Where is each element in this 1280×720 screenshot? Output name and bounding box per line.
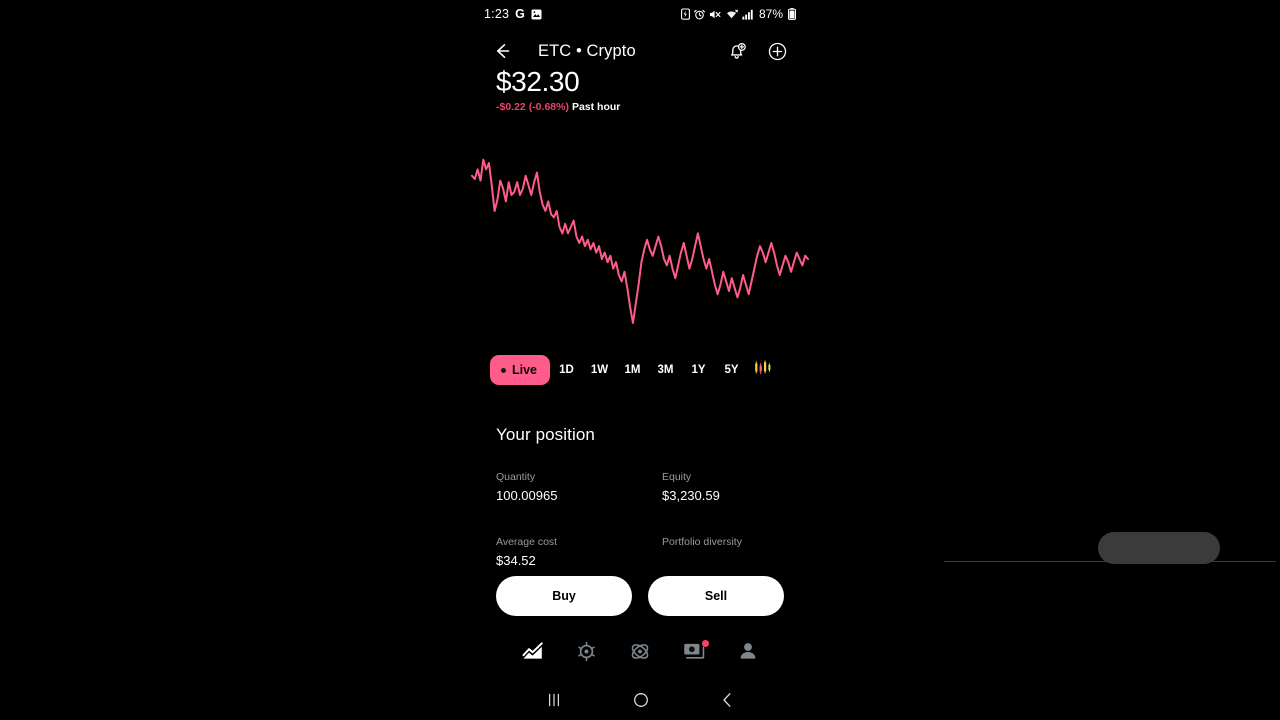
line-chart-icon <box>522 642 544 665</box>
google-icon: G <box>515 7 525 21</box>
price-block: $32.30 -$0.22 (-0.68%) Past hour <box>470 66 810 114</box>
gallery-icon <box>531 9 542 20</box>
recents-icon[interactable] <box>545 692 563 708</box>
price-chart[interactable] <box>470 145 810 345</box>
nav-badge-dot <box>702 639 709 647</box>
range-1y-button[interactable]: 1Y <box>682 356 715 384</box>
candlestick-chart-icon[interactable] <box>748 353 778 388</box>
price-change-period: Past hour <box>571 101 621 113</box>
add-circle-icon[interactable] <box>767 41 788 62</box>
range-selector: Live 1D 1W 1M 3M 1Y 5Y <box>470 352 810 388</box>
nav-item-investing[interactable] <box>522 641 544 661</box>
home-icon[interactable] <box>632 691 650 709</box>
status-bar-right: 87% <box>681 7 796 21</box>
nav-item-discover[interactable] <box>629 641 651 662</box>
battery-icon <box>788 8 796 20</box>
battery-saver-icon <box>681 8 690 20</box>
signal-icon <box>742 9 754 20</box>
position-row: Average cost $34.52 Portfolio diversity <box>496 535 796 570</box>
position-value: $3,230.59 <box>662 488 720 503</box>
status-bar: 1:23 G 87% <box>470 0 810 28</box>
atom-icon <box>629 643 651 666</box>
bottom-nav <box>470 630 810 672</box>
back-arrow-icon[interactable] <box>492 41 512 61</box>
crypto-coin-icon <box>576 641 597 666</box>
add-alert-bell-icon[interactable] <box>726 41 747 62</box>
position-value: $34.52 <box>496 553 536 568</box>
page-title: ETC • Crypto <box>538 41 636 60</box>
status-time: 1:23 <box>484 7 510 21</box>
nav-item-account[interactable] <box>738 641 758 661</box>
position-cell-portfolio-diversity: Portfolio diversity <box>662 535 796 570</box>
price-change-row: -$0.22 (-0.68%) Past hour <box>496 101 784 114</box>
current-price: $32.30 <box>496 66 580 97</box>
position-cell-average-cost: Average cost $34.52 <box>496 535 662 570</box>
section-divider <box>944 561 1276 562</box>
wifi-icon <box>725 9 738 20</box>
trade-actions: Buy Sell <box>470 576 810 616</box>
battery-percent: 87% <box>758 7 783 21</box>
card-icon <box>683 643 706 665</box>
header-actions <box>726 41 788 62</box>
price-chart-svg <box>471 158 809 324</box>
person-icon <box>738 643 758 665</box>
position-value: 100.00965 <box>496 488 558 503</box>
position-label: Quantity <box>496 471 536 483</box>
price-change: -$0.22 (-0.68%) <box>496 101 569 113</box>
range-1m-button[interactable]: 1M <box>616 356 649 384</box>
position-label: Equity <box>662 471 692 483</box>
live-dot-icon <box>501 367 506 373</box>
position-cell-quantity: Quantity 100.00965 <box>496 470 662 505</box>
status-bar-left: 1:23 G <box>484 7 542 21</box>
range-1d-button[interactable]: 1D <box>550 356 583 384</box>
phone-screen: 1:23 G 87% ETC • Crypto $32.30 -$0.22 (-… <box>470 0 1276 720</box>
nav-item-crypto[interactable] <box>576 641 597 662</box>
range-5y-button[interactable]: 5Y <box>715 356 748 384</box>
system-nav-bar <box>470 680 810 720</box>
chart-line <box>471 158 809 324</box>
range-live-label: Live <box>512 363 538 377</box>
back-icon[interactable] <box>719 691 735 709</box>
buy-button[interactable]: Buy <box>496 576 632 616</box>
redaction-mark <box>1098 532 1220 564</box>
app-header: ETC • Crypto <box>470 36 810 66</box>
range-3m-button[interactable]: 3M <box>649 356 682 384</box>
position-title: Your position <box>496 425 595 444</box>
position-label: Portfolio diversity <box>662 536 742 548</box>
range-live-button[interactable]: Live <box>490 355 551 385</box>
position-label: Average cost <box>496 536 558 548</box>
nav-item-cash-card[interactable] <box>683 639 709 661</box>
position-cell-equity: Equity $3,230.59 <box>662 470 796 505</box>
range-1w-button[interactable]: 1W <box>583 356 616 384</box>
sell-button[interactable]: Sell <box>648 576 784 616</box>
mute-icon <box>709 9 721 20</box>
position-row: Quantity 100.00965 Equity $3,230.59 <box>496 470 796 505</box>
alarm-icon <box>694 9 705 20</box>
